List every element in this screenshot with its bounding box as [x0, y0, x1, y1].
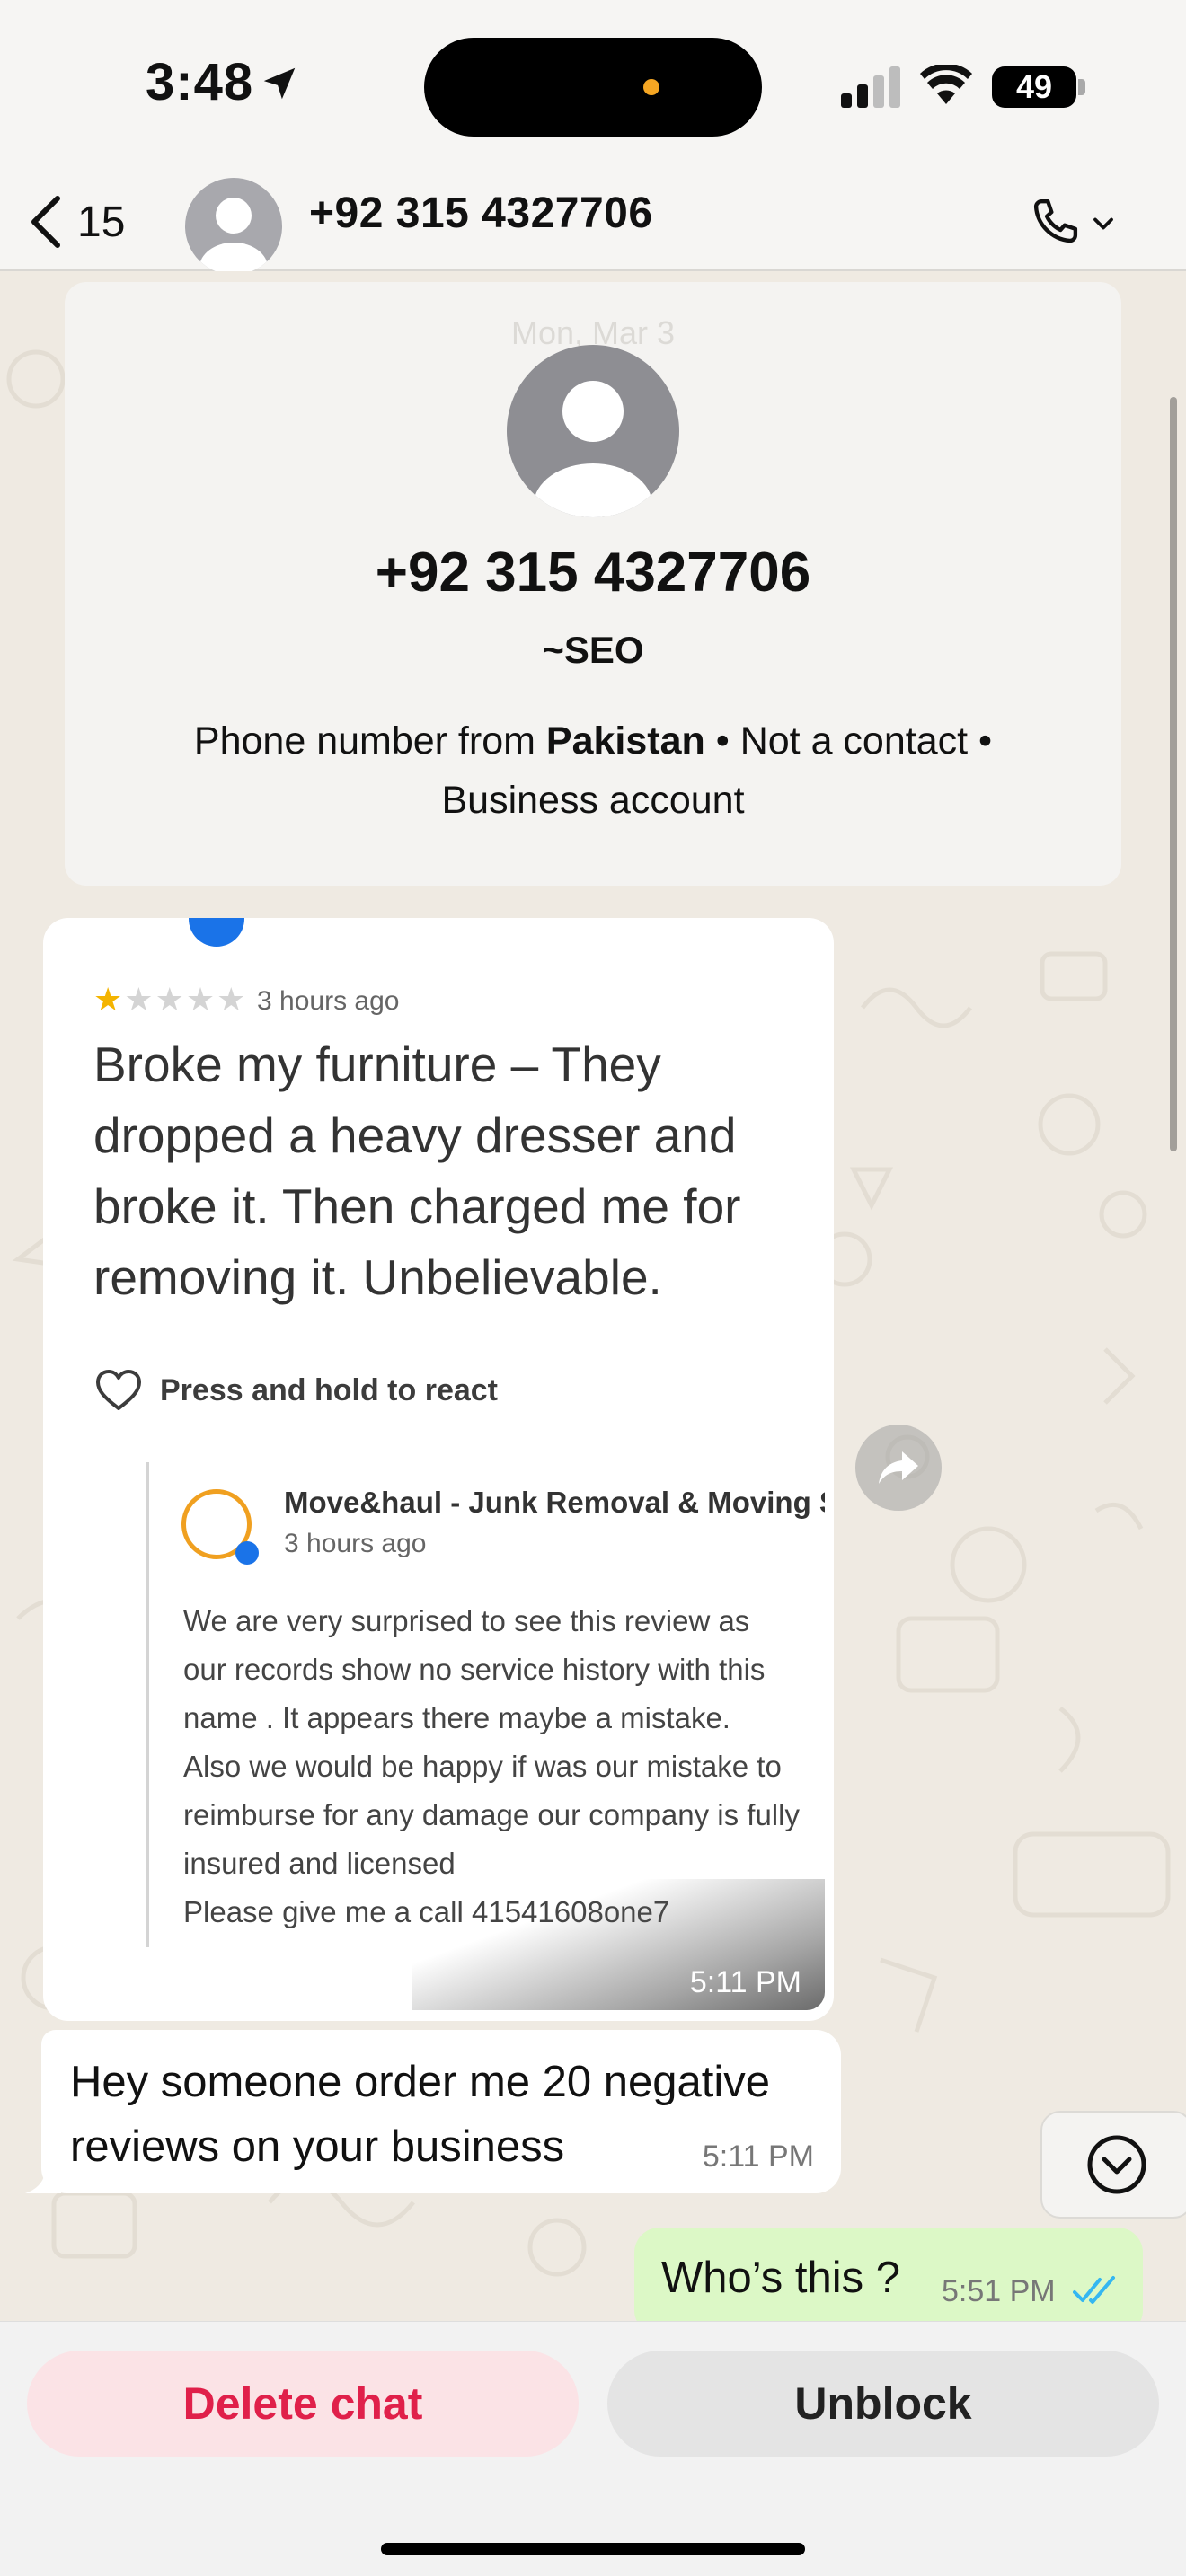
contact-push-name: ~SEO	[542, 629, 644, 671]
home-indicator[interactable]	[381, 2543, 805, 2555]
message-time: 5:11 PM	[689, 1965, 801, 1999]
owner-reply: Move&haul - Junk Removal & Moving S... 3…	[146, 1462, 825, 1947]
dynamic-island	[424, 38, 762, 137]
back-button[interactable]: 15	[27, 181, 125, 262]
message-time: 5:11 PM	[702, 2139, 814, 2174]
privacy-indicator	[643, 79, 659, 95]
scroll-indicator[interactable]	[1170, 397, 1177, 1151]
star-empty: ★	[155, 981, 186, 1018]
review-time: 3 hours ago	[257, 986, 400, 1016]
unread-count: 15	[77, 198, 126, 246]
contact-country: Pakistan	[545, 719, 705, 763]
battery-tip	[1078, 79, 1085, 95]
avatar[interactable]	[185, 178, 282, 275]
desc-prefix: Phone number from	[193, 719, 546, 763]
chat-header: 15 +92 315 4327706	[0, 171, 1186, 275]
status-bar: 3:48 49	[0, 0, 1186, 171]
unblock-button[interactable]: Unblock	[607, 2351, 1159, 2457]
star-empty: ★	[185, 981, 217, 1018]
location-arrow-icon	[263, 67, 296, 100]
avatar-silhouette-icon	[534, 381, 652, 517]
wifi-icon	[920, 65, 972, 104]
contact-info-card: Mon, Mar 3 +92 315 4327706 ~SEO Phone nu…	[65, 282, 1121, 886]
message-text: Who’s this ?	[661, 2254, 900, 2302]
outgoing-message[interactable]: Who’s this ? 5:51 PM	[634, 2228, 1143, 2321]
chevron-down-icon	[1093, 217, 1113, 230]
business-name: Move&haul - Junk Removal & Moving S...	[284, 1486, 825, 1519]
heart-icon	[96, 1370, 141, 1410]
double-check-icon	[1073, 2276, 1115, 2304]
forward-button[interactable]	[855, 1425, 942, 1511]
star-filled: ★	[93, 981, 125, 1018]
review-text: Broke my furniture – They dropped a heav…	[93, 1037, 741, 1305]
back-chevron-icon	[31, 196, 60, 248]
image-message[interactable]: ★★★★★ 3 hours ago Broke my furniture – T…	[43, 918, 834, 2021]
review-screenshot[interactable]: ★★★★★ 3 hours ago Broke my furniture – T…	[52, 918, 825, 2010]
delete-chat-button[interactable]: Delete chat	[27, 2351, 579, 2457]
battery-indicator: 49	[992, 66, 1076, 108]
incoming-message[interactable]: Hey someone order me 20 negative reviews…	[41, 2030, 841, 2193]
scroll-down-icon	[1087, 2135, 1146, 2194]
verified-badge-icon	[235, 1541, 259, 1565]
chat-area[interactable]: Mon, Mar 3 +92 315 4327706 ~SEO Phone nu…	[0, 271, 1186, 2321]
forward-icon	[879, 1451, 918, 1484]
react-hint: Press and hold to react	[95, 1369, 498, 1412]
status-time: 3:48	[146, 53, 254, 111]
business-reply-time: 3 hours ago	[284, 1529, 427, 1558]
signal-icon	[841, 66, 900, 108]
blocked-actions-bar: Delete chat Unblock	[0, 2321, 1186, 2576]
rating-stars: ★★★★★	[93, 981, 247, 1019]
call-button[interactable]	[1024, 183, 1132, 264]
contact-title[interactable]: +92 315 4327706	[309, 189, 653, 238]
star-empty: ★	[124, 981, 155, 1018]
contact-phone: +92 315 4327706	[375, 542, 811, 604]
contact-avatar[interactable]	[507, 345, 679, 517]
phone-icon	[1033, 199, 1078, 243]
scroll-to-bottom-button[interactable]	[1040, 2111, 1186, 2219]
contact-description: Phone number from Pakistan • Not a conta…	[119, 711, 1067, 830]
avatar-silhouette-icon	[199, 198, 268, 275]
react-label: Press and hold to react	[160, 1372, 498, 1407]
reviewer-avatar-fragment	[189, 918, 244, 947]
star-empty: ★	[217, 981, 248, 1018]
message-time: 5:51 PM	[942, 2274, 1056, 2308]
